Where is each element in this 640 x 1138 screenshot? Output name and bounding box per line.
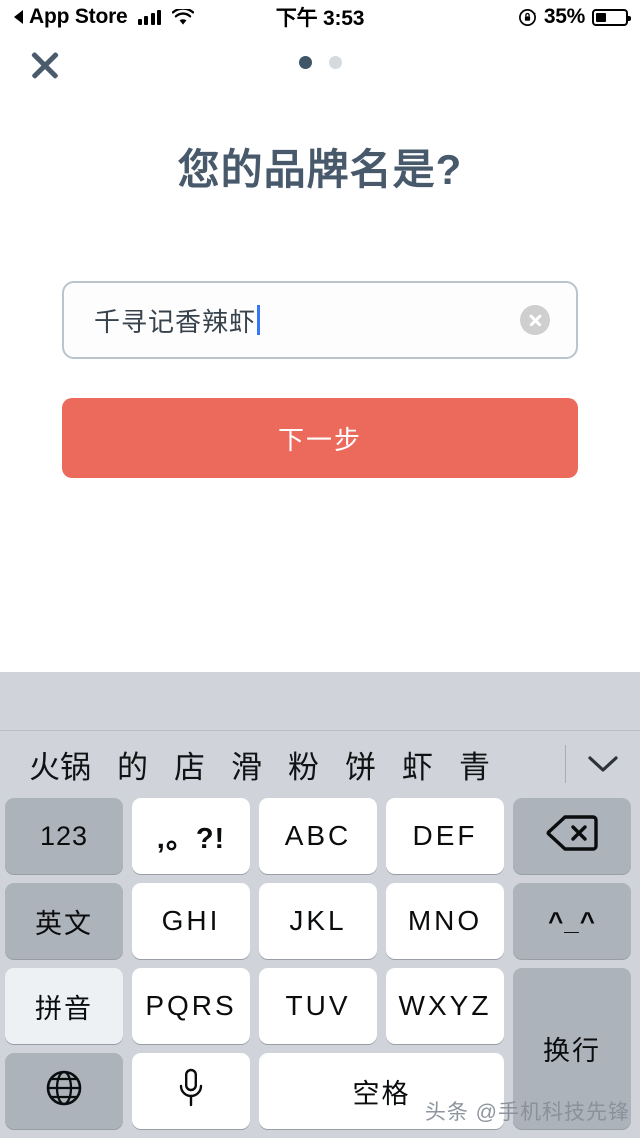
key-space-label: 空格	[352, 1078, 411, 1109]
page-title: 您的品牌名是?	[177, 146, 463, 193]
key-punctuation-label: ,。?!	[156, 823, 226, 855]
key-tuv[interactable]: TUV	[259, 968, 377, 1044]
text-caret	[257, 305, 261, 335]
clear-circle-icon[interactable]	[520, 305, 550, 335]
keyboard: 火锅的店滑粉饼虾青 123 ,。?! ABC DEF 英文 GHI JKL MNO ^_^ 拼音 P…	[0, 672, 640, 1138]
key-globe[interactable]	[5, 1053, 123, 1129]
brand-name-field-wrapper: 千寻记香辣虾	[62, 281, 578, 359]
key-ghi-label: GHI	[161, 905, 221, 936]
suggestion-item[interactable]: 的	[104, 742, 161, 787]
page-dot-2[interactable]	[328, 56, 342, 69]
key-abc[interactable]: ABC	[259, 798, 377, 874]
suggestion-item[interactable]: 粉	[275, 742, 332, 787]
battery-percent-label: 35%	[543, 5, 585, 28]
key-tuv-label: TUV	[285, 990, 351, 1021]
key-punctuation[interactable]: ,。?!	[132, 798, 250, 874]
microphone-icon	[177, 1068, 205, 1115]
key-def-label: DEF	[412, 820, 478, 851]
key-pqrs-label: PQRS	[145, 990, 237, 1021]
key-emoticon[interactable]: ^_^	[513, 883, 631, 959]
status-bar-right: 35%	[518, 0, 631, 34]
status-bar: App Store 下午 3:53 35%	[0, 0, 640, 34]
page-indicator	[0, 56, 640, 69]
top-nav-bar	[0, 40, 640, 92]
next-step-button[interactable]: 下一步	[62, 398, 578, 478]
watermark: 头条 @手机科技先锋	[424, 1101, 630, 1124]
key-backspace[interactable]	[513, 798, 631, 874]
key-pinyin-label: 拼音	[35, 993, 93, 1024]
suggestion-bar: 火锅的店滑粉饼虾青	[0, 731, 640, 797]
key-mno-label: MNO	[407, 905, 483, 936]
brand-name-input-value: 千寻记香辣虾	[94, 306, 257, 337]
brand-name-input[interactable]: 千寻记香辣虾	[62, 281, 578, 359]
suggestion-item[interactable]: 火锅	[16, 742, 104, 787]
key-emoticon-label: ^_^	[548, 905, 596, 936]
key-english-label: 英文	[35, 908, 93, 939]
rotation-lock-icon	[518, 8, 536, 26]
suggestion-item[interactable]: 虾	[389, 742, 446, 787]
key-123[interactable]: 123	[5, 798, 123, 874]
key-jkl-label: JKL	[289, 905, 347, 936]
backspace-icon	[546, 814, 598, 859]
key-wxyz-label: WXYZ	[398, 990, 492, 1021]
globe-icon	[45, 1069, 83, 1114]
key-english[interactable]: 英文	[5, 883, 123, 959]
app-screen: App Store 下午 3:53 35% 您的品牌名是? 千寻记香辣虾 下一步…	[0, 0, 640, 1138]
suggestion-item[interactable]: 饼	[332, 742, 389, 787]
key-abc-label: ABC	[284, 820, 352, 851]
key-ghi[interactable]: GHI	[132, 883, 250, 959]
page-dot-1[interactable]	[298, 56, 312, 69]
key-pinyin[interactable]: 拼音	[5, 968, 123, 1044]
chevron-down-icon[interactable]	[566, 753, 640, 775]
key-pqrs[interactable]: PQRS	[132, 968, 250, 1044]
key-wxyz[interactable]: WXYZ	[386, 968, 504, 1044]
key-def[interactable]: DEF	[386, 798, 504, 874]
key-123-label: 123	[39, 820, 89, 851]
battery-icon	[592, 8, 631, 26]
key-jkl[interactable]: JKL	[259, 883, 377, 959]
key-return-label: 换行	[543, 1036, 601, 1066]
key-microphone[interactable]	[132, 1053, 250, 1129]
suggestion-item[interactable]: 青	[446, 742, 503, 787]
suggestion-item[interactable]: 店	[161, 742, 218, 787]
key-mno[interactable]: MNO	[386, 883, 504, 959]
suggestion-item[interactable]: 滑	[218, 742, 275, 787]
